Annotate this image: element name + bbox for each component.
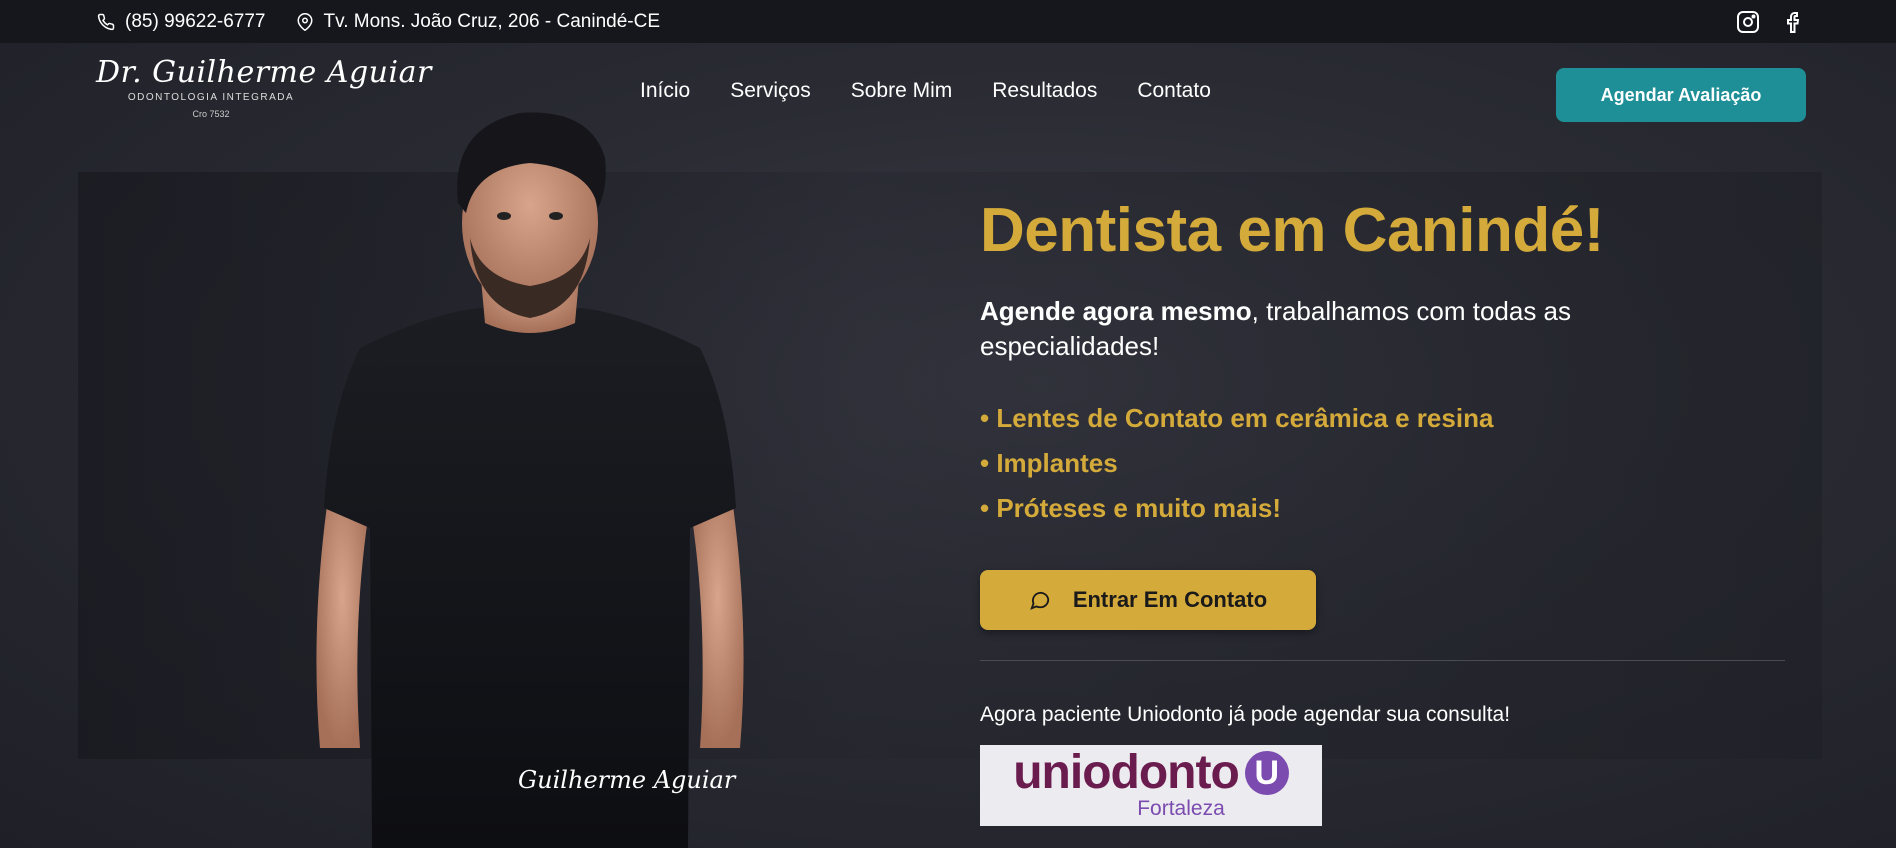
feature-list: • Lentes de Contato em cerâmica e resina… (980, 396, 1780, 531)
uniodonto-wordmark: uniodonto U (1013, 745, 1289, 799)
nav-item-inicio[interactable]: Início (640, 79, 690, 103)
dentist-photo (316, 112, 744, 848)
chat-icon (1030, 591, 1049, 610)
phone-link[interactable]: (85) 99622-6777 (97, 11, 266, 33)
hero-lead-bold: Agende agora mesmo (980, 296, 1252, 326)
photo-signature: Guilherme Aguiar (518, 766, 736, 794)
hero-title: Dentista em Canindé! (980, 196, 1604, 265)
logo-subtitle: ODONTOLOGIA INTEGRADA (127, 92, 295, 103)
hero-lead: Agende agora mesmo, trabalhamos com toda… (980, 294, 1680, 364)
top-contact: (85) 99622-6777 Tv. Mons. João Cruz, 206… (97, 0, 660, 43)
social-links (1736, 0, 1806, 43)
divider (980, 660, 1785, 661)
uniodonto-text: Agora paciente Uniodonto já pode agendar… (980, 703, 1511, 726)
main-nav: Início Serviços Sobre Mim Resultados Con… (640, 79, 1211, 103)
uniodonto-word: uniodonto (1013, 745, 1240, 799)
instagram-icon[interactable] (1736, 10, 1760, 34)
phone-icon (97, 13, 115, 30)
nav-item-sobre-mim[interactable]: Sobre Mim (851, 79, 953, 103)
nav-item-resultados[interactable]: Resultados (992, 79, 1097, 103)
uniodonto-mark-icon: U (1244, 750, 1289, 795)
phone-text: (85) 99622-6777 (125, 10, 266, 32)
schedule-evaluation-button[interactable]: Agendar Avaliação (1556, 68, 1806, 122)
address-text: Tv. Mons. João Cruz, 206 - Canindé-CE (323, 10, 661, 32)
map-pin-icon (296, 12, 313, 31)
facebook-icon[interactable] (1782, 10, 1806, 34)
contact-button-label: Entrar Em Contato (1072, 587, 1268, 612)
logo-name: Dr. Guilherme Aguiar (96, 55, 432, 90)
uniodonto-city: Fortaleza (1137, 796, 1225, 820)
uniodonto-logo: uniodonto U Fortaleza (980, 745, 1322, 826)
top-bar: (85) 99622-6777 Tv. Mons. João Cruz, 206… (0, 0, 1896, 43)
contact-button[interactable]: Entrar Em Contato (980, 570, 1316, 630)
list-item: • Próteses e muito mais! (980, 493, 1281, 523)
list-item: • Lentes de Contato em cerâmica e resina (980, 403, 1494, 433)
nav-item-servicos[interactable]: Serviços (730, 79, 811, 103)
site-header: Dr. Guilherme Aguiar ODONTOLOGIA INTEGRA… (0, 43, 1896, 143)
nav-item-contato[interactable]: Contato (1137, 79, 1211, 103)
address-link[interactable]: Tv. Mons. João Cruz, 206 - Canindé-CE (296, 10, 661, 33)
list-item: • Implantes (980, 448, 1118, 478)
hero-content: Dentista em Canindé! Agende agora mesmo,… (980, 195, 1785, 826)
